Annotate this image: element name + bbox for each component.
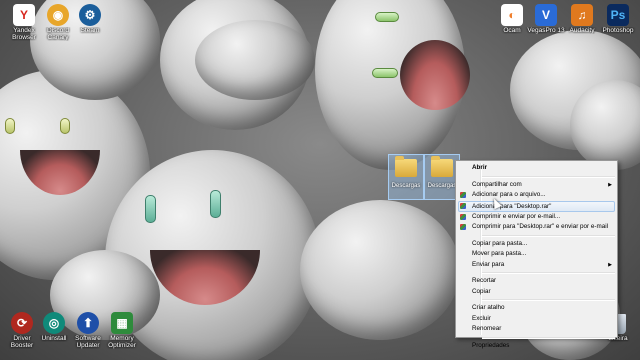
audacity-icon: ♫ [571, 4, 593, 26]
winrar-icon [460, 202, 466, 209]
menu-item-share-with[interactable]: Compartilhar com ▶ [456, 180, 617, 191]
menu-item-move-to-folder[interactable]: Mover para pasta... [456, 249, 617, 260]
menu-separator [482, 175, 615, 178]
menu-item-delete[interactable]: Excluir [456, 314, 617, 325]
menu-item-copy-to-folder[interactable]: Copiar para pasta... [456, 239, 617, 250]
steam-icon: ⚙ [79, 4, 101, 26]
desktop-icon-steam[interactable]: ⚙ Steam [68, 4, 112, 34]
desktop-icon-photoshop[interactable]: Ps Photoshop [596, 4, 640, 34]
menu-item-rename[interactable]: Renomear [456, 324, 617, 335]
memory-optimizer-icon: ▦ [111, 312, 133, 334]
ocam-icon: ◐ [501, 4, 523, 26]
menu-item-send-to[interactable]: Enviar para ▶ [456, 260, 617, 271]
menu-item-add-to-rar[interactable]: Adicionar para "Desktop.rar" [458, 200, 615, 212]
menu-item-create-shortcut[interactable]: Criar atalho [456, 303, 617, 314]
context-menu: Abrir Compartilhar com ▶ Adicionar para … [455, 160, 618, 349]
driver-booster-icon: ⟳ [11, 312, 33, 334]
photoshop-icon: Ps [607, 4, 629, 26]
menu-item-properties[interactable]: Propriedades [456, 341, 617, 352]
folder-icon [395, 156, 417, 177]
yandex-icon: Y [13, 4, 35, 26]
menu-item-label: Compartilhar com [472, 180, 522, 188]
menu-item-label: Adicionar para o arquivo... [472, 191, 546, 198]
winrar-icon [460, 213, 466, 220]
menu-separator [482, 299, 615, 301]
menu-separator [482, 234, 615, 237]
vegas-icon: V [535, 4, 557, 26]
menu-item-compress-rar-email[interactable]: Comprimir para "Desktop.rar" e enviar po… [456, 222, 617, 233]
menu-separator [482, 336, 615, 339]
menu-item-compress-email[interactable]: Comprimir e enviar por e-mail... [456, 212, 617, 223]
selected-folder-1[interactable]: Descargas [388, 154, 424, 200]
submenu-arrow-icon: ▶ [608, 261, 612, 268]
menu-separator [482, 272, 615, 274]
folder-icon [431, 156, 453, 177]
menu-item-label: Comprimir e enviar por e-mail... [472, 212, 561, 220]
uninstall-icon: ◎ [43, 312, 65, 334]
winrar-icon [460, 192, 466, 198]
menu-item-add-to-archive[interactable]: Adicionar para o arquivo... [456, 190, 617, 201]
menu-item-open[interactable]: Abrir [456, 163, 617, 174]
discord-icon: ◉ [47, 4, 69, 26]
menu-item-copy[interactable]: Copiar [456, 287, 617, 298]
submenu-arrow-icon: ▶ [608, 181, 612, 188]
software-updater-icon: ⬆ [77, 312, 99, 334]
desktop-icon-memory-optimizer[interactable]: ▦ Memory Optimizer [100, 312, 144, 349]
menu-item-label: Adicionar para "Desktop.rar" [472, 202, 552, 210]
menu-item-cut[interactable]: Recortar [456, 276, 617, 287]
menu-item-label: Comprimir para "Desktop.rar" e enviar po… [472, 223, 609, 230]
menu-item-label: Enviar para [472, 260, 505, 268]
winrar-icon [460, 224, 466, 230]
